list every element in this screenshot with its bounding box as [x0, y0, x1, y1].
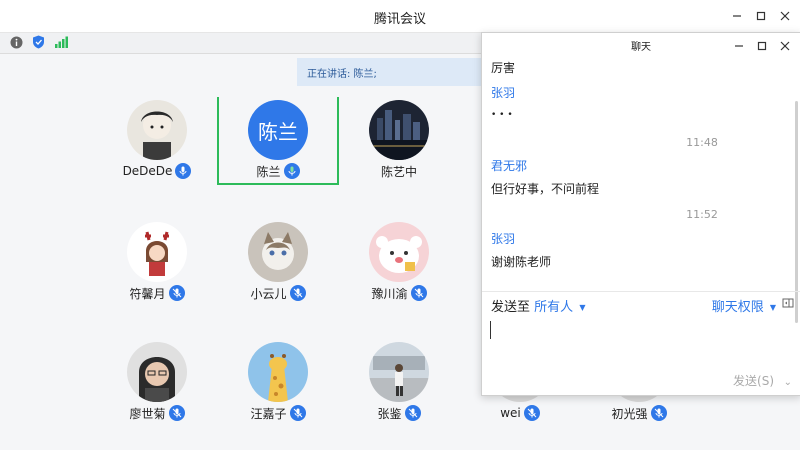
shield-icon[interactable]: [31, 35, 45, 49]
mic-icon[interactable]: [410, 285, 427, 301]
participant-tile[interactable]: 豫川渝: [339, 220, 459, 320]
avatar: [127, 100, 187, 160]
participant-tile[interactable]: 陈兰 陈兰: [218, 98, 338, 198]
mic-icon[interactable]: [289, 405, 306, 421]
participant-tile[interactable]: 张鉴: [339, 340, 459, 440]
maximize-button[interactable]: [750, 5, 772, 27]
mic-icon[interactable]: [650, 405, 667, 421]
participant-name: 豫川渝: [371, 286, 408, 301]
close-icon: [780, 11, 790, 21]
participant-name: wei: [500, 406, 521, 420]
chat-input[interactable]: [490, 321, 491, 339]
participant-name: 符馨月: [129, 286, 166, 301]
participant-name: 廖世菊: [129, 406, 166, 421]
participant-tile[interactable]: 小云儿: [218, 220, 338, 320]
info-icon[interactable]: [9, 35, 23, 49]
mic-icon[interactable]: [175, 163, 192, 179]
participant-name: 陈兰: [256, 164, 281, 179]
mic-speaking-icon[interactable]: [283, 163, 300, 179]
participant-tile[interactable]: 廖世菊: [97, 340, 217, 440]
avatar-initials: 陈兰: [258, 119, 298, 144]
close-icon: [780, 41, 790, 51]
avatar: 陈兰: [248, 100, 308, 160]
chat-message-list[interactable]: 厉害 张羽 • • • 11:48 君无邪 但行好事，不问前程 11:52 张羽…: [482, 55, 782, 303]
chevron-down-icon[interactable]: ▼: [579, 303, 585, 312]
chat-maximize-button[interactable]: [751, 35, 773, 57]
participant-tile[interactable]: 符馨月: [97, 220, 217, 320]
signal-strength-icon[interactable]: [54, 35, 68, 49]
chat-sender-name[interactable]: 张羽: [491, 230, 515, 247]
chat-permission-label[interactable]: 聊天权限: [712, 300, 764, 315]
avatar: [248, 222, 308, 282]
participant-tile[interactable]: 陈艺中: [339, 98, 459, 198]
chat-timestamp: 11:52: [686, 208, 718, 221]
participant-tile[interactable]: DeDeDe: [97, 98, 217, 198]
participant-name: 陈艺中: [380, 164, 417, 179]
participant-name: 汪嘉子: [250, 406, 287, 421]
participant-name: DeDeDe: [122, 164, 173, 178]
avatar: [369, 100, 429, 160]
chat-compose-options: 发送至 所有人 ▼ 聊天权限 ▼: [482, 291, 800, 316]
maximize-icon: [756, 11, 766, 21]
minimize-icon: [733, 15, 741, 17]
avatar: [127, 342, 187, 402]
send-to-selector[interactable]: 发送至 所有人 ▼: [491, 296, 585, 315]
mic-icon[interactable]: [168, 405, 185, 421]
close-button[interactable]: [774, 5, 796, 27]
chat-close-button[interactable]: [774, 35, 796, 57]
chat-sender-name[interactable]: 张羽: [491, 84, 515, 101]
send-button[interactable]: 发送(S): [733, 372, 774, 389]
chat-message-text: 谢谢陈老师: [491, 255, 552, 269]
maximize-icon: [757, 41, 767, 51]
mic-icon[interactable]: [404, 405, 421, 421]
chat-sender-name[interactable]: 君无邪: [491, 157, 527, 174]
chevron-down-icon[interactable]: ⌄: [784, 377, 792, 388]
screenshot-icon[interactable]: [782, 297, 794, 313]
participant-name: 小云儿: [250, 286, 287, 301]
chat-message-text: 但行好事，不问前程: [491, 182, 600, 196]
chat-message-text: 厉害: [491, 61, 516, 75]
chat-message-text: • • •: [491, 110, 513, 120]
speaking-indicator: 正在讲话: 陈兰;: [297, 58, 487, 86]
chat-permission-selector[interactable]: 聊天权限 ▼: [712, 296, 776, 315]
participant-tile[interactable]: 汪嘉子: [218, 340, 338, 440]
chat-scrollbar[interactable]: [795, 101, 798, 323]
participant-name: 初光强: [611, 406, 648, 421]
mic-icon[interactable]: [168, 285, 185, 301]
chat-timestamp: 11:48: [686, 136, 718, 149]
avatar: [248, 342, 308, 402]
send-to-target[interactable]: 所有人: [534, 300, 573, 315]
mic-icon[interactable]: [523, 405, 540, 421]
avatar: [127, 222, 187, 282]
send-to-label: 发送至: [491, 300, 531, 315]
avatar: [369, 342, 429, 402]
chat-minimize-button[interactable]: [728, 35, 750, 57]
chevron-down-icon[interactable]: ▼: [770, 303, 776, 312]
minimize-icon: [735, 45, 743, 47]
mic-icon[interactable]: [289, 285, 306, 301]
app-title: 腾讯会议: [373, 12, 426, 27]
avatar: [369, 222, 429, 282]
participant-name: 张鉴: [377, 406, 402, 421]
chat-window: 聊天 厉害 张羽 • • • 11:48 君无邪 但行好事，不问前程 11:52…: [481, 32, 800, 396]
minimize-button[interactable]: [726, 5, 748, 27]
title-bar: 腾讯会议: [0, 0, 800, 33]
